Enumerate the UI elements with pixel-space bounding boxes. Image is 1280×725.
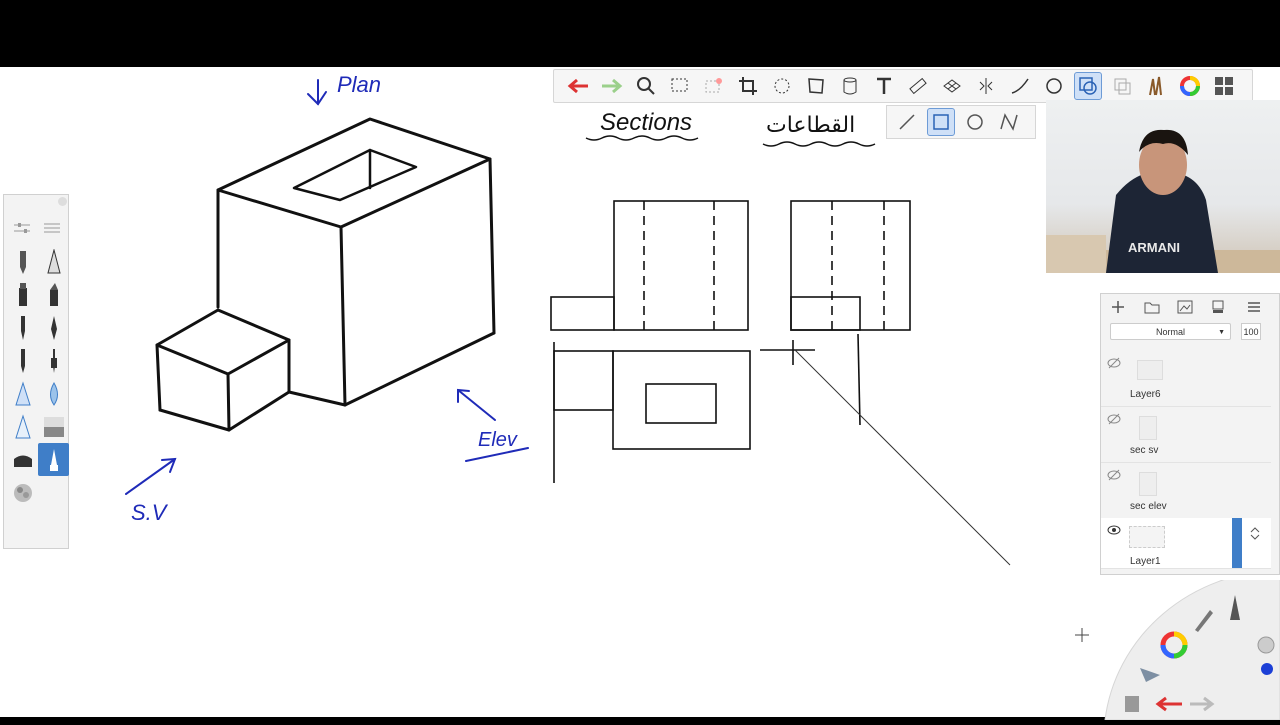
sliders-icon[interactable] [14, 221, 30, 239]
layer-thumbnail [1139, 416, 1157, 440]
layer-item-selected[interactable]: Layer1 [1101, 518, 1271, 569]
side-view [790, 200, 911, 331]
layer-item[interactable]: Layer6 [1101, 350, 1271, 407]
eraser-icon[interactable] [7, 443, 38, 476]
menu-grid-icon[interactable] [1210, 72, 1238, 100]
ruler-icon[interactable] [904, 72, 932, 100]
palette-close-icon[interactable] [58, 197, 67, 206]
lagoon-menu [1100, 569, 1280, 721]
zoom-icon[interactable] [632, 72, 660, 100]
layer-name: sec elev [1130, 501, 1167, 512]
current-color-swatch [1261, 663, 1273, 675]
undo-icon[interactable] [564, 72, 592, 100]
list-icon[interactable] [44, 221, 60, 239]
layer-name: Layer1 [1130, 556, 1161, 567]
layer-thumbnail [1129, 526, 1165, 548]
line-icon[interactable] [893, 108, 921, 136]
folder-icon[interactable] [1144, 300, 1160, 319]
layer-thumbnail [1139, 472, 1157, 496]
top-face [216, 117, 492, 229]
presenter-video: ARMANI [1046, 129, 1280, 273]
opacity-slider[interactable] [1232, 518, 1242, 568]
shape-icon[interactable] [1074, 72, 1102, 100]
arabic-heading: القطاعات [766, 113, 855, 138]
webcam-overlay: ARMANI [1046, 100, 1280, 273]
visibility-off-icon[interactable] [1107, 468, 1121, 486]
visibility-on-icon[interactable] [1107, 523, 1121, 541]
layers-stack-icon [1125, 696, 1139, 712]
layer-menu-icon[interactable] [1247, 300, 1261, 319]
visibility-off-icon[interactable] [1107, 356, 1121, 374]
redo-icon[interactable] [598, 72, 626, 100]
chisel-marker-icon[interactable] [38, 278, 69, 311]
brushes-icon[interactable] [1142, 72, 1170, 100]
gradient-fill-icon[interactable] [38, 410, 69, 443]
perspective-icon[interactable] [802, 72, 830, 100]
blend-mode-select[interactable]: Normal ▼ [1110, 323, 1231, 340]
elev-label: Elev [478, 429, 518, 451]
layer-item[interactable]: sec sv [1101, 406, 1271, 463]
marker-icon[interactable] [7, 278, 38, 311]
sections-heading: Sections [600, 109, 692, 136]
ellipse-icon[interactable] [1040, 72, 1068, 100]
polyline-icon[interactable] [995, 108, 1023, 136]
crop-icon[interactable] [734, 72, 762, 100]
pencil-brush-icon[interactable] [7, 245, 38, 278]
layer-name: sec sv [1130, 445, 1159, 456]
merge-layer-icon[interactable] [1211, 300, 1225, 319]
crosshair-cursor [1075, 628, 1089, 642]
layer-name: Layer6 [1130, 389, 1161, 400]
soft-brush-icon[interactable] [7, 410, 38, 443]
circle-icon[interactable] [961, 108, 989, 136]
curve-icon[interactable] [1006, 72, 1034, 100]
svg-text:ARMANI: ARMANI [1128, 240, 1180, 255]
layer-item[interactable]: sec elev [1101, 462, 1271, 519]
ink-pen-icon[interactable] [7, 311, 38, 344]
side-view-label: S.V [131, 500, 169, 525]
color-wheel-icon[interactable] [1176, 72, 1204, 100]
plan-label: Plan [337, 72, 381, 97]
select-clear-icon[interactable] [700, 72, 728, 100]
copy-icon[interactable] [1108, 72, 1136, 100]
fineliner-icon[interactable] [38, 344, 69, 377]
layer-thumbnail [1137, 360, 1163, 380]
select-icon[interactable] [666, 72, 694, 100]
airbrush-icon[interactable] [7, 377, 38, 410]
text-icon[interactable] [870, 72, 898, 100]
technical-pen-icon[interactable] [38, 245, 69, 278]
grid-icon[interactable] [938, 72, 966, 100]
symmetry-icon[interactable] [972, 72, 1000, 100]
water-drop-icon[interactable] [38, 377, 69, 410]
opacity-field[interactable]: 100 [1241, 323, 1261, 340]
rectangle-icon[interactable] [927, 108, 955, 136]
plan-view [612, 350, 751, 450]
shape-toolbar [886, 105, 1036, 139]
texture-brush-icon[interactable] [7, 476, 38, 509]
brush-pen-icon[interactable] [38, 311, 69, 344]
cylinder-icon[interactable] [836, 72, 864, 100]
lasso-icon[interactable] [768, 72, 796, 100]
visibility-off-icon[interactable] [1107, 412, 1121, 430]
fine-pen-icon[interactable] [7, 344, 38, 377]
add-layer-icon[interactable] [1111, 300, 1125, 319]
smudge-icon[interactable] [38, 443, 69, 476]
reorder-icon[interactable] [1249, 526, 1261, 545]
elevation-view [613, 200, 749, 331]
image-layer-icon[interactable] [1177, 300, 1193, 319]
info-icon [1257, 636, 1275, 654]
main-toolbar [553, 69, 1253, 103]
layers-panel: Normal ▼ 100 Layer6 sec sv sec elev Laye… [1100, 293, 1280, 575]
brush-palette [3, 194, 69, 549]
